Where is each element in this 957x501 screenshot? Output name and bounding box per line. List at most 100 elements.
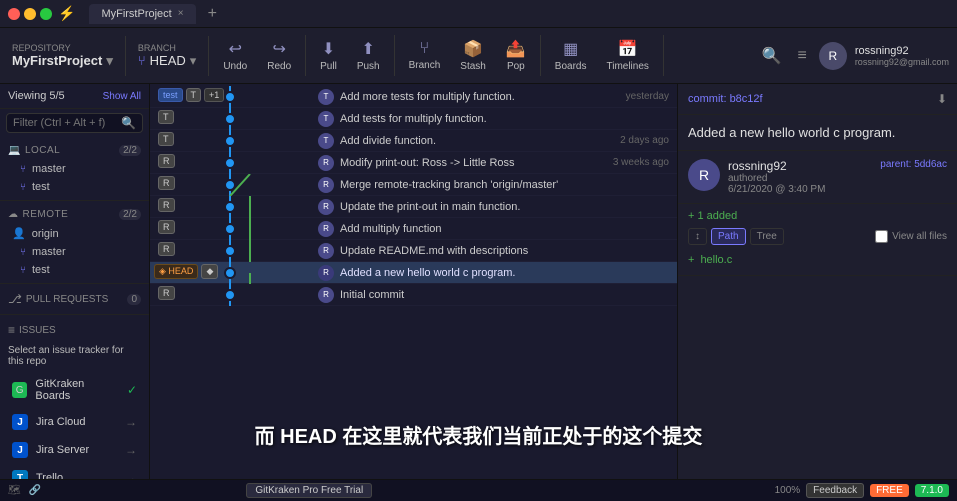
sidebar-item-remote-master[interactable]: ⑂ master [0, 243, 149, 261]
commit-row[interactable]: R R Modify print-out: Ross -> Little Ros… [150, 152, 677, 174]
graph-visual: R [150, 196, 310, 218]
bottom-bar: 🗺 🔗 GitKraken Pro Free Trial 100% Feedba… [0, 479, 957, 501]
view-all-files[interactable]: View all files [875, 230, 947, 243]
sidebar-item-local-master[interactable]: ⑂ master [0, 160, 149, 178]
stash-icon: 📦 [463, 39, 483, 59]
commit-info: T Add divide function. 2 days ago [310, 133, 677, 149]
avatar: T [318, 111, 334, 127]
menu-button[interactable]: ≡ [793, 43, 810, 69]
file-item[interactable]: + hello.c [688, 251, 947, 269]
tab-close[interactable]: × [178, 8, 184, 19]
undo-button[interactable]: ↩ Undo [213, 35, 257, 76]
trello-icon: T [12, 470, 28, 479]
pr-title: PULL REQUESTS [26, 294, 108, 305]
download-button[interactable]: ⬇ [937, 92, 947, 106]
graph-visual: ◈ HEAD ◆ [150, 262, 310, 284]
redo-button[interactable]: ↪ Redo [257, 35, 301, 76]
commit-row[interactable]: R R Merge remote-tracking branch 'origin… [150, 174, 677, 196]
avatar: R [318, 243, 334, 259]
commit-info: R Initial commit [310, 287, 677, 303]
commit-row-head[interactable]: ◈ HEAD ◆ R Added a new hello world c pro… [150, 262, 677, 284]
sidebar-item-remote-test[interactable]: ⑂ test [0, 261, 149, 279]
sort-button[interactable]: ↕ [688, 228, 707, 245]
sidebar: Viewing 5/5 Show All 🔍 💻 LOCAL 2/2 ⑂ mas… [0, 84, 150, 479]
maximize-button[interactable] [40, 8, 52, 20]
timelines-button[interactable]: 📅 Timelines [596, 35, 658, 76]
avatar: R [318, 177, 334, 193]
trello-item[interactable]: T Trello → [4, 465, 145, 479]
sidebar-item-origin[interactable]: 👤 origin [0, 224, 149, 243]
authored-label: authored [728, 173, 872, 184]
jira-cloud-icon: J [12, 414, 28, 430]
jira-cloud-item[interactable]: J Jira Cloud → [4, 409, 145, 435]
sidebar-item-local-test[interactable]: ⑂ test [0, 178, 149, 196]
commit-title: Added a new hello world c program. [678, 115, 957, 151]
app-icon: ⚡ [58, 5, 75, 22]
toolbar-right: 🔍 ≡ R rossning92 rossning92@gmail.com [758, 42, 949, 70]
stash-button[interactable]: 📦 Stash [450, 35, 496, 76]
commit-row[interactable]: R R Add multiply function [150, 218, 677, 240]
commit-row[interactable]: T T Add tests for multiply function. [150, 108, 677, 130]
issues-header[interactable]: ≡ ISSUES [0, 319, 149, 341]
window-controls [8, 8, 52, 20]
path-view-button[interactable]: Path [711, 228, 746, 245]
tree-view-button[interactable]: Tree [750, 228, 784, 245]
issues-title: ISSUES [19, 325, 56, 336]
viewing-text: Viewing 5/5 [8, 90, 65, 102]
commit-message: Add tests for multiply function. [340, 113, 669, 125]
computer-icon: 💻 [8, 145, 21, 156]
filter-input[interactable] [13, 117, 121, 129]
commit-message: Add more tests for multiply function. [340, 91, 620, 103]
commit-row[interactable]: R R Update the print-out in main functio… [150, 196, 677, 218]
graph-visual: R [150, 284, 310, 306]
branch-button[interactable]: ⑂ Branch [399, 36, 451, 75]
commit-id: commit: b8c12f [688, 93, 763, 105]
timelines-icon: 📅 [618, 39, 638, 59]
pr-header[interactable]: ⎇ PULL REQUESTS 0 [0, 288, 149, 310]
pull-button[interactable]: ⬇ Pull [310, 35, 347, 76]
avatar: R [318, 287, 334, 303]
commit-row[interactable]: test T +1 T Add more tests for multiply … [150, 86, 677, 108]
graph-visual: R [150, 240, 310, 262]
feedback-button[interactable]: Feedback [806, 483, 864, 498]
pop-button[interactable]: 📤 Pop [496, 35, 536, 76]
commit-row[interactable]: R R Update README.md with descriptions [150, 240, 677, 262]
view-all-checkbox[interactable] [875, 230, 888, 243]
branch-name[interactable]: ⑂ HEAD ▾ [138, 53, 196, 69]
repository-name[interactable]: MyFirstProject ▾ [12, 53, 113, 69]
local-section: 💻 LOCAL 2/2 ⑂ master ⑂ test [0, 137, 149, 200]
commit-row[interactable]: R R Initial commit [150, 284, 677, 306]
commit-info: R Update the print-out in main function. [310, 199, 677, 215]
commit-meta: R rossning92 authored 6/21/2020 @ 3:40 P… [678, 151, 957, 204]
remote-section-header[interactable]: ☁ REMOTE 2/2 [0, 205, 149, 224]
gitkraken-boards-item[interactable]: G GitKraken Boards ✓ [4, 373, 145, 407]
graph-visual: test T +1 [150, 86, 310, 108]
minimize-button[interactable] [24, 8, 36, 20]
toolbar: repository MyFirstProject ▾ branch ⑂ HEA… [0, 28, 957, 84]
graph-visual: R [150, 152, 310, 174]
trial-badge[interactable]: GitKraken Pro Free Trial [246, 485, 372, 496]
boards-button[interactable]: ▦ Boards [545, 35, 597, 76]
chevron-down-icon: ▾ [190, 53, 197, 69]
avatar: T [318, 133, 334, 149]
commit-message: Added a new hello world c program. [340, 267, 669, 279]
bottom-right: 100% Feedback FREE 7.1.0 [775, 483, 949, 498]
search-button[interactable]: 🔍 [758, 42, 786, 70]
sidebar-viewing: Viewing 5/5 Show All [0, 84, 149, 109]
branch-icon: ⑂ [20, 182, 26, 193]
new-tab-button[interactable]: + [202, 5, 223, 23]
close-button[interactable] [8, 8, 20, 20]
files-section: + 1 added ↕ Path Tree View all files + h… [678, 204, 957, 276]
commit-info: T Add more tests for multiply function. … [310, 89, 677, 105]
commit-row[interactable]: T T Add divide function. 2 days ago [150, 130, 677, 152]
jira-server-item[interactable]: J Jira Server → [4, 437, 145, 463]
commit-message: Add multiply function [340, 223, 669, 235]
user-text: rossning92 rossning92@gmail.com [855, 45, 949, 67]
local-section-header[interactable]: 💻 LOCAL 2/2 [0, 141, 149, 160]
branch-icon: ⑂ [138, 53, 146, 68]
sidebar-filter[interactable]: 🔍 [6, 113, 143, 133]
show-all-link[interactable]: Show All [103, 91, 141, 102]
push-button[interactable]: ⬆ Push [347, 35, 390, 76]
commit-message: Merge remote-tracking branch 'origin/mas… [340, 179, 669, 191]
main-tab[interactable]: MyFirstProject × [89, 4, 195, 24]
